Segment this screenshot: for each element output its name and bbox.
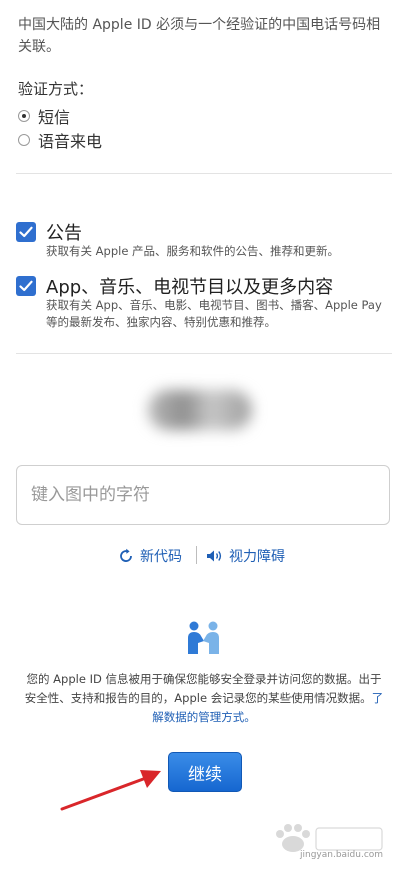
red-arrow-annotation — [60, 770, 161, 811]
new-code-label: 新代码 — [140, 549, 182, 565]
vision-impaired-label: 视力障碍 — [229, 549, 285, 565]
refresh-icon — [120, 548, 132, 562]
vision-impaired-link[interactable]: 视力障碍 — [206, 546, 285, 566]
radio-unselected-icon[interactable] — [18, 134, 30, 146]
radio-voice-call[interactable]: 语音来电 — [18, 128, 102, 152]
captcha-input[interactable] — [16, 465, 390, 525]
radio-sms-label: 短信 — [38, 108, 71, 127]
captcha-image — [132, 368, 268, 452]
checkmark-icon — [19, 280, 33, 292]
apps-music-desc: 获取有关 App、音乐、电影、电视节目、图书、播客、Apple Pay 等的最新… — [46, 298, 382, 329]
continue-button[interactable]: 继续 — [168, 752, 242, 792]
verify-method-label: 验证方式： — [18, 80, 94, 98]
announcements-desc: 获取有关 Apple 产品、服务和软件的公告、推荐和更新。 — [46, 244, 340, 258]
apps-music-checkbox[interactable] — [16, 276, 36, 296]
divider — [16, 353, 392, 354]
privacy-text: 您的 Apple ID 信息被用于确保您能够安全登录并访问您的数据。出于安全性、… — [24, 672, 382, 705]
radio-voice-call-label: 语音来电 — [38, 132, 103, 151]
checkmark-icon — [19, 226, 33, 238]
radio-selected-icon[interactable] — [18, 110, 30, 122]
divider — [16, 173, 392, 174]
watermark-url: jingyan.baidu.com — [300, 850, 384, 860]
privacy-notice: 您的 Apple ID 信息被用于确保您能够安全登录并访问您的数据。出于安全性、… — [22, 670, 386, 727]
speaker-icon — [207, 550, 222, 562]
people-handshake-icon — [188, 621, 219, 654]
link-separator — [196, 546, 197, 564]
announcements-checkbox[interactable] — [16, 222, 36, 242]
intro-text: 中国大陆的 Apple ID 必须与一个经验证的中国电话号码相关联。 — [18, 17, 381, 55]
new-code-link[interactable]: 新代码 — [118, 546, 182, 566]
radio-sms[interactable]: 短信 — [18, 104, 70, 128]
announcements-title: 公告 — [46, 223, 82, 244]
apps-music-title: App、音乐、电视节目以及更多内容 — [46, 277, 334, 298]
